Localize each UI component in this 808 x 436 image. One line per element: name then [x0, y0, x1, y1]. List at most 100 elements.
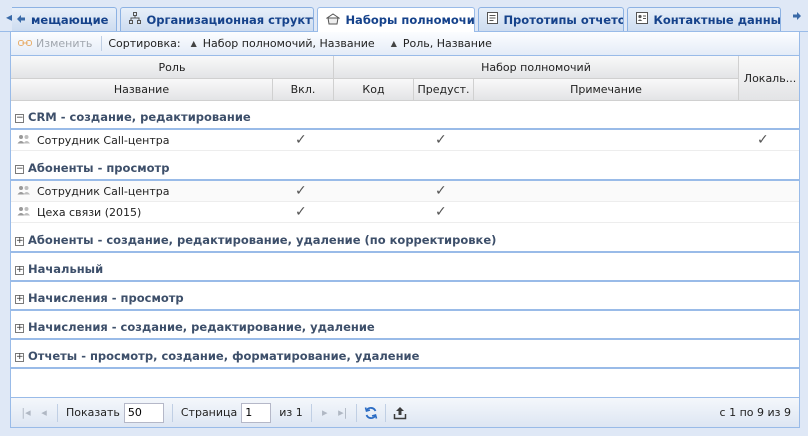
- enabled-check-icon: ✓: [295, 183, 307, 199]
- header-code[interactable]: Код: [334, 79, 414, 101]
- group-row[interactable]: + Начисления - создание, редактирование, …: [11, 311, 799, 340]
- header-code-label: Код: [362, 83, 385, 96]
- group-label: Начисления - просмотр: [28, 291, 184, 305]
- sort-button-role[interactable]: ▲ Роль, Название: [391, 37, 492, 50]
- sort-asc-icon: ▲: [390, 39, 397, 48]
- group-row[interactable]: + Начальный: [11, 253, 799, 282]
- row-name: Сотрудник Call-центра: [37, 133, 170, 147]
- row-name: Сотрудник Call-центра: [37, 184, 170, 198]
- sort-button-permset[interactable]: ▲ Набор полномочий, Название: [191, 37, 375, 50]
- edit-icon: [18, 37, 32, 50]
- grid-body: − CRM - создание, редактирование Сотрудник…: [11, 101, 799, 397]
- predef-check-icon: ✓: [435, 132, 447, 148]
- group-row[interactable]: − CRM - создание, редактирование: [11, 101, 799, 130]
- group-label: Абоненты - создание, редактирование, уда…: [28, 233, 497, 247]
- header-enabled[interactable]: Вкл.: [273, 79, 334, 101]
- enabled-check-icon: ✓: [295, 204, 307, 220]
- toolbar-separator: [101, 36, 103, 51]
- tab-label: Контактные данные: [653, 12, 782, 27]
- table-row[interactable]: Сотрудник Call-центра ✓ ✓ ✓: [11, 130, 799, 151]
- tab-1[interactable]: Организационная структура: [120, 7, 315, 31]
- header-enabled-label: Вкл.: [290, 83, 316, 96]
- expand-icon[interactable]: +: [15, 266, 24, 275]
- group-label: Начальный: [28, 262, 104, 276]
- header-note[interactable]: Примечание: [474, 79, 739, 101]
- last-page-icon[interactable]: ▸|: [334, 406, 352, 419]
- enabled-check-icon: ✓: [295, 132, 307, 148]
- tab-scroll-right-icon[interactable]: [790, 8, 804, 26]
- tab-0[interactable]: мещающие: [12, 7, 118, 31]
- header-local[interactable]: Локаль...: [739, 56, 799, 101]
- header-permset: Набор полномочий: [334, 56, 739, 79]
- main-window: ◂ мещающие Организационная структура Наб…: [0, 0, 808, 436]
- row-name-cell: Сотрудник Call-центра: [17, 134, 169, 147]
- header-name-label: Название: [113, 83, 170, 96]
- group-row[interactable]: + Начисления - просмотр: [11, 282, 799, 311]
- sort-button-label: Роль, Название: [402, 37, 492, 50]
- edit-button-label: Изменить: [36, 37, 93, 50]
- page-number-input[interactable]: [241, 402, 272, 423]
- edit-button[interactable]: Изменить: [15, 34, 95, 54]
- sort-asc-icon: ▲: [190, 39, 197, 48]
- prev-page-icon[interactable]: ◂: [35, 406, 53, 419]
- header-role-label: Роль: [158, 60, 186, 74]
- tab-4[interactable]: Контактные данные: [627, 7, 782, 31]
- row-name-cell: Цеха связи (2015): [17, 206, 141, 219]
- user-group-icon: [17, 206, 31, 219]
- sort-button-label: Набор полномочий, Название: [202, 37, 375, 50]
- tab-2[interactable]: Наборы полномочий: [317, 7, 476, 32]
- header-predef[interactable]: Предуст.: [414, 79, 474, 101]
- collapse-icon[interactable]: −: [15, 114, 24, 123]
- table-row[interactable]: Сотрудник Call-центра ✓ ✓: [11, 181, 799, 202]
- paging-separator: [57, 403, 58, 422]
- page-size-input[interactable]: [123, 402, 164, 423]
- paging-separator: [310, 403, 312, 422]
- permissions-icon: [325, 12, 342, 28]
- paging-separator: [355, 403, 357, 422]
- sort-label: Сортировка:: [108, 37, 181, 50]
- next-page-icon[interactable]: ▸: [316, 406, 334, 419]
- tab-3[interactable]: Прототипы отчетов: [478, 7, 625, 31]
- paging-separator: [384, 403, 386, 422]
- header-note-label: Примечание: [570, 83, 642, 96]
- first-page-icon[interactable]: |◂: [17, 406, 35, 419]
- header-role: Роль: [11, 56, 334, 79]
- expand-icon[interactable]: +: [15, 237, 24, 246]
- header-local-label: Локаль...: [743, 71, 797, 85]
- group-row[interactable]: − Абоненты - просмотр: [11, 152, 799, 181]
- expand-icon[interactable]: +: [15, 324, 24, 333]
- tabs-container: мещающие Организационная структура Набор…: [12, 7, 784, 32]
- table-row[interactable]: Цеха связи (2015) ✓ ✓: [11, 202, 799, 223]
- group-label: CRM - создание, редактирование: [28, 110, 251, 124]
- grid-toolbar: Изменить Сортировка: ▲ Набор полномочий,…: [10, 32, 800, 55]
- collapse-icon[interactable]: −: [15, 165, 24, 174]
- expand-icon[interactable]: +: [15, 295, 24, 304]
- paging-toolbar: |◂ ◂ Показать Страница из 1 ▸ ▸| с 1 по …: [10, 398, 800, 428]
- group-label: Отчеты - просмотр, создание, форматирова…: [28, 349, 420, 363]
- group-row[interactable]: + Абоненты - создание, редактирование, уд…: [11, 224, 799, 253]
- group-label: Начисления - создание, редактирование, у…: [28, 320, 375, 334]
- tab-label: мещающие: [31, 12, 109, 27]
- arrow-left-icon: [16, 13, 26, 27]
- export-icon[interactable]: [390, 406, 410, 420]
- report-icon: [487, 12, 499, 27]
- header-predef-label: Предуст.: [417, 83, 470, 96]
- group-row[interactable]: + Отчеты - просмотр, создание, форматиров…: [11, 340, 799, 369]
- group-label: Абоненты - просмотр: [28, 161, 170, 175]
- user-group-icon: [17, 185, 31, 198]
- local-check-icon: ✓: [757, 132, 769, 148]
- expand-icon[interactable]: +: [15, 353, 24, 362]
- page-count-label: из 1: [279, 406, 303, 419]
- paging-separator: [171, 403, 173, 422]
- paging-info: с 1 по 9 из 9: [719, 406, 791, 419]
- org-structure-icon: [129, 12, 142, 27]
- row-name-cell: Сотрудник Call-центра: [17, 185, 169, 198]
- contacts-icon: [636, 12, 649, 27]
- header-permset-label: Набор полномочий: [481, 60, 591, 74]
- user-group-icon: [17, 134, 31, 147]
- predef-check-icon: ✓: [435, 183, 447, 199]
- header-name[interactable]: Название: [11, 79, 273, 101]
- predef-check-icon: ✓: [435, 204, 447, 220]
- refresh-icon[interactable]: [361, 406, 381, 420]
- tab-label: Организационная структура: [146, 12, 313, 27]
